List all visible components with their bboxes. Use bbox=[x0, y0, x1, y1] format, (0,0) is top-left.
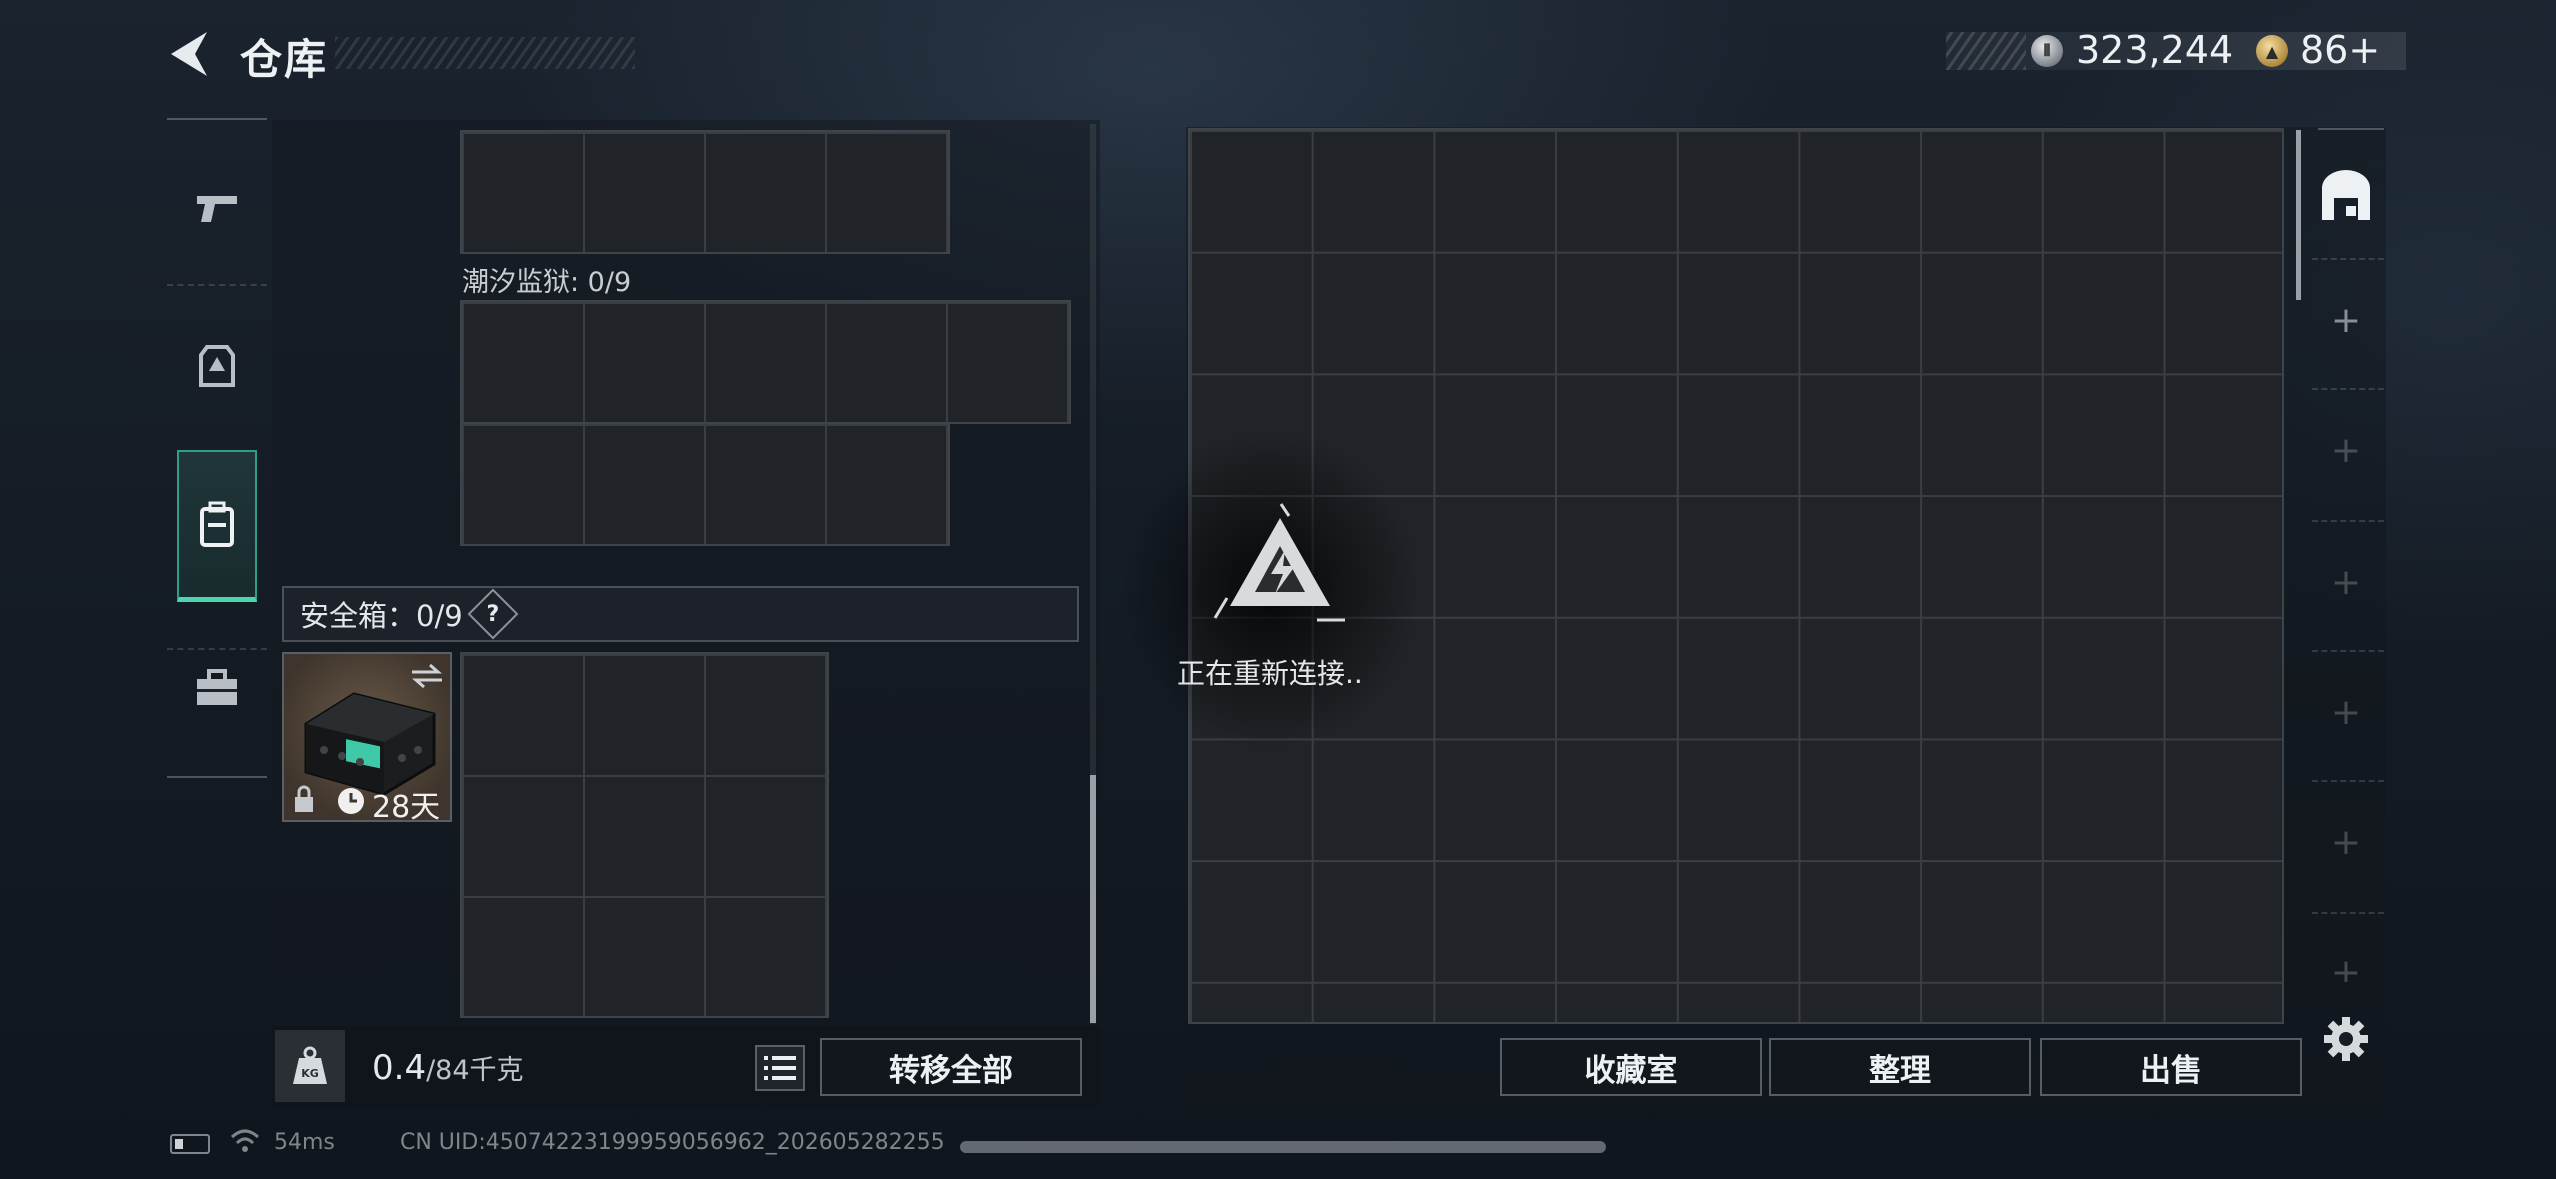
nav-item-backpack[interactable] bbox=[177, 450, 257, 602]
swap-icon[interactable] bbox=[410, 662, 444, 690]
safe-box-grid[interactable] bbox=[460, 652, 829, 1018]
backpack-icon bbox=[200, 501, 234, 547]
page-title: 仓库 bbox=[240, 35, 329, 84]
nav-divider bbox=[167, 284, 267, 286]
wifi-icon bbox=[230, 1129, 260, 1152]
gold-currency-value[interactable]: 86+ bbox=[2300, 28, 2380, 72]
container-label: 潮汐监狱: 0/9 bbox=[462, 267, 632, 298]
storage-tabs-divider bbox=[2318, 128, 2384, 130]
list-view-button[interactable] bbox=[755, 1045, 805, 1091]
lock-icon bbox=[295, 785, 313, 812]
add-storage-tab-icon[interactable]: + bbox=[2318, 562, 2374, 603]
sort-button[interactable]: 整理 bbox=[1769, 1038, 2031, 1096]
add-storage-tab-icon[interactable]: + bbox=[2318, 692, 2374, 733]
collection-room-button[interactable]: 收藏室 bbox=[1500, 1038, 1762, 1096]
nav-item-toolbox[interactable] bbox=[167, 618, 267, 758]
add-storage-tab-icon[interactable]: + bbox=[2318, 300, 2374, 341]
tab-divider bbox=[2312, 912, 2384, 914]
storage-scrollbar-thumb[interactable] bbox=[2296, 130, 2301, 300]
pistol-icon bbox=[197, 196, 237, 222]
transfer-all-button[interactable]: 转移全部 bbox=[820, 1038, 1082, 1096]
tab-divider bbox=[2312, 388, 2384, 390]
network-latency: 54ms bbox=[274, 1130, 335, 1155]
player-uid: CN UID:4507422319995905696​2_20260528225… bbox=[400, 1130, 945, 1155]
tab-divider bbox=[2312, 520, 2384, 522]
home-indicator[interactable] bbox=[960, 1141, 1606, 1153]
tab-divider bbox=[2312, 258, 2384, 260]
weight-current: 0.4 bbox=[372, 1048, 427, 1088]
list-icon bbox=[764, 1056, 796, 1080]
weight-capacity: /84千克 bbox=[426, 1055, 524, 1086]
back-arrow-icon[interactable] bbox=[165, 28, 215, 80]
tab-divider bbox=[2312, 780, 2384, 782]
svg-text:KG: KG bbox=[301, 1067, 319, 1080]
safe-box-header: 安全箱：0/9 ? bbox=[282, 586, 1079, 642]
add-storage-tab-icon[interactable]: + bbox=[2318, 430, 2374, 471]
safe-box-label: 安全箱：0/9 bbox=[300, 599, 463, 633]
tab-divider bbox=[2312, 650, 2384, 652]
gear-icon[interactable] bbox=[2322, 1015, 2370, 1063]
armor-vest-icon bbox=[199, 345, 235, 387]
battery-icon bbox=[170, 1134, 210, 1154]
title-decoration bbox=[335, 37, 635, 69]
reconnecting-icon bbox=[1213, 503, 1345, 622]
currency-decoration bbox=[1946, 32, 2026, 70]
sell-button[interactable]: 出售 bbox=[2040, 1038, 2302, 1096]
toolbox-icon bbox=[197, 669, 237, 705]
weight-icon: KG bbox=[275, 1030, 345, 1102]
reconnect-status: 正在重新连接.. bbox=[1177, 657, 1363, 690]
container-grid-row2[interactable] bbox=[460, 422, 950, 546]
container-grid-row1[interactable] bbox=[460, 300, 1071, 424]
warehouse-icon[interactable] bbox=[2318, 168, 2374, 224]
secure-case-duration: 28天 bbox=[372, 790, 441, 825]
help-icon[interactable]: ? bbox=[467, 588, 519, 640]
gold-coin-icon[interactable]: ▲ bbox=[2256, 35, 2288, 67]
silver-coin-icon: ⦀ bbox=[2031, 35, 2063, 67]
silver-currency-value: 323,244 bbox=[2076, 28, 2234, 72]
add-storage-tab-icon[interactable]: + bbox=[2318, 952, 2374, 982]
nav-item-weapons[interactable] bbox=[167, 138, 267, 278]
weight-readout: 0.4/84千克 bbox=[372, 1048, 524, 1088]
inventory-scrollbar-thumb[interactable] bbox=[1090, 775, 1096, 1023]
container-grid-top[interactable] bbox=[460, 130, 950, 254]
clock-icon bbox=[338, 788, 364, 814]
add-storage-tab-icon[interactable]: + bbox=[2318, 822, 2374, 863]
nav-item-armor[interactable] bbox=[167, 296, 267, 436]
